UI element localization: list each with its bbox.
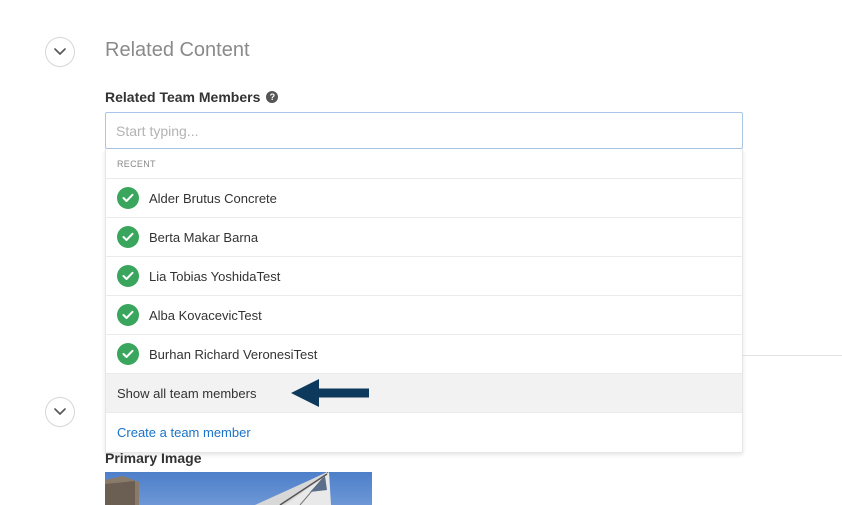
section-collapse-button[interactable] bbox=[45, 37, 75, 67]
check-circle-icon bbox=[117, 343, 139, 365]
section-collapse-button[interactable] bbox=[45, 397, 75, 427]
create-team-member-link[interactable]: Create a team member bbox=[106, 413, 742, 452]
dropdown-item[interactable]: Alder Brutus Concrete bbox=[106, 179, 742, 218]
dropdown-item-label: Burhan Richard VeronesiTest bbox=[149, 346, 318, 362]
check-circle-icon bbox=[117, 187, 139, 209]
dropdown-item-label: Alder Brutus Concrete bbox=[149, 190, 277, 206]
show-all-team-members-option[interactable]: Show all team members bbox=[106, 374, 742, 413]
team-member-dropdown: RECENT Alder Brutus Concrete Berta Makar… bbox=[105, 149, 743, 453]
dropdown-item-label: Lia Tobias YoshidaTest bbox=[149, 268, 281, 284]
field-label-text: Related Team Members bbox=[105, 89, 261, 105]
arrow-left-icon bbox=[291, 379, 369, 407]
check-circle-icon bbox=[117, 304, 139, 326]
question-circle-icon[interactable]: ? bbox=[266, 91, 279, 103]
building-photo-icon bbox=[105, 472, 372, 505]
primary-image-thumbnail[interactable] bbox=[105, 472, 372, 505]
related-team-members-label: Related Team Members ? bbox=[105, 89, 279, 105]
check-circle-icon bbox=[117, 226, 139, 248]
section-title: Related Content bbox=[105, 39, 250, 61]
dropdown-item-label: Alba KovacevicTest bbox=[149, 307, 262, 323]
dropdown-section-header: RECENT bbox=[106, 149, 742, 179]
page: Related Content Related Team Members ? R… bbox=[0, 0, 842, 505]
chevron-down-icon bbox=[54, 48, 66, 55]
dropdown-item[interactable]: Berta Makar Barna bbox=[106, 218, 742, 257]
section-divider bbox=[743, 355, 842, 356]
dropdown-item[interactable]: Burhan Richard VeronesiTest bbox=[106, 335, 742, 374]
dropdown-item[interactable]: Lia Tobias YoshidaTest bbox=[106, 257, 742, 296]
show-all-label: Show all team members bbox=[117, 385, 257, 401]
chevron-down-icon bbox=[54, 408, 66, 415]
team-member-search-input[interactable] bbox=[105, 112, 743, 149]
check-circle-icon bbox=[117, 265, 139, 287]
dropdown-item[interactable]: Alba KovacevicTest bbox=[106, 296, 742, 335]
dropdown-item-label: Berta Makar Barna bbox=[149, 229, 259, 245]
create-team-member-label: Create a team member bbox=[117, 425, 251, 440]
